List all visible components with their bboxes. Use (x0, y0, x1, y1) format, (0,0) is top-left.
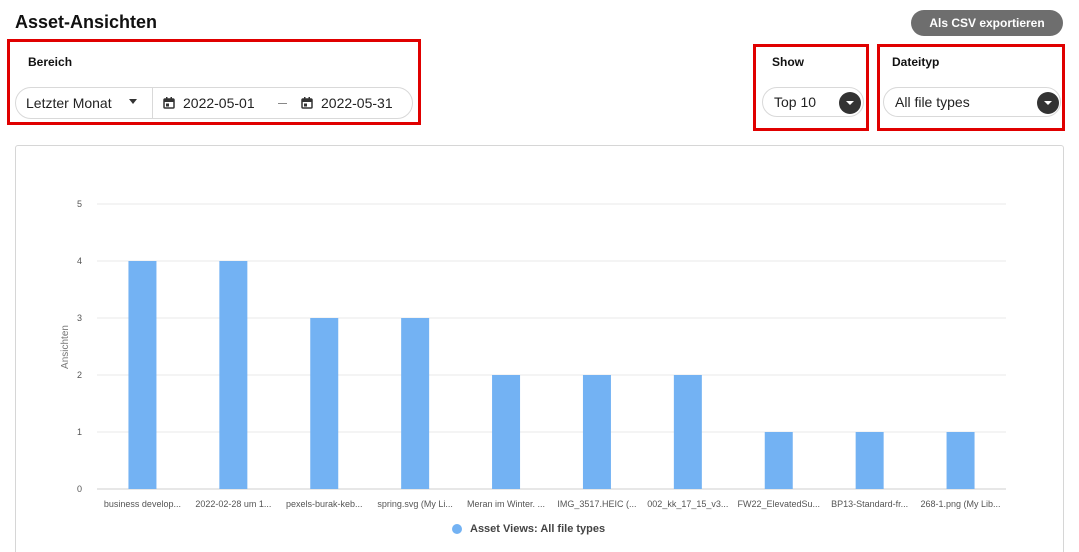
bar (946, 432, 975, 489)
bar (855, 432, 884, 489)
legend-label: Asset Views: All file types (470, 523, 606, 535)
y-axis-label: Ansichten (60, 325, 71, 369)
y-tick-label: 5 (77, 199, 82, 209)
x-tick-label: 002_kk_17_15_v3... (647, 499, 728, 509)
bar (492, 375, 521, 489)
y-tick-label: 2 (77, 370, 82, 380)
chart-legend[interactable]: Asset Views: All file types (452, 523, 605, 535)
x-tick-label: 268-1.png (My Lib... (921, 499, 1001, 509)
x-tick-label: BP13-Standard-fr... (831, 499, 908, 509)
x-tick-label: Meran im Winter. ... (467, 499, 545, 509)
y-tick-label: 1 (77, 427, 82, 437)
x-tick-label: business develop... (104, 499, 181, 509)
x-tick-label: IMG_3517.HEIC (... (557, 499, 636, 509)
bar (582, 375, 611, 489)
bar (219, 261, 248, 489)
x-tick-label: FW22_ElevatedSu... (737, 499, 820, 509)
bar (310, 318, 339, 489)
bar-chart: 0 1 2 3 4 5 Ansichten business develop... 2022-0… (60, 199, 1006, 509)
y-tick-label: 0 (77, 484, 82, 494)
bar (673, 375, 702, 489)
y-tick-label: 3 (77, 313, 82, 323)
y-tick-label: 4 (77, 256, 82, 266)
bar (128, 261, 157, 489)
bar (401, 318, 430, 489)
x-tick-label: 2022-02-28 um 1... (195, 499, 271, 509)
x-tick-label: pexels-burak-keb... (286, 499, 363, 509)
legend-swatch (452, 524, 462, 534)
x-tick-label: spring.svg (My Li... (377, 499, 453, 509)
bar (764, 432, 793, 489)
